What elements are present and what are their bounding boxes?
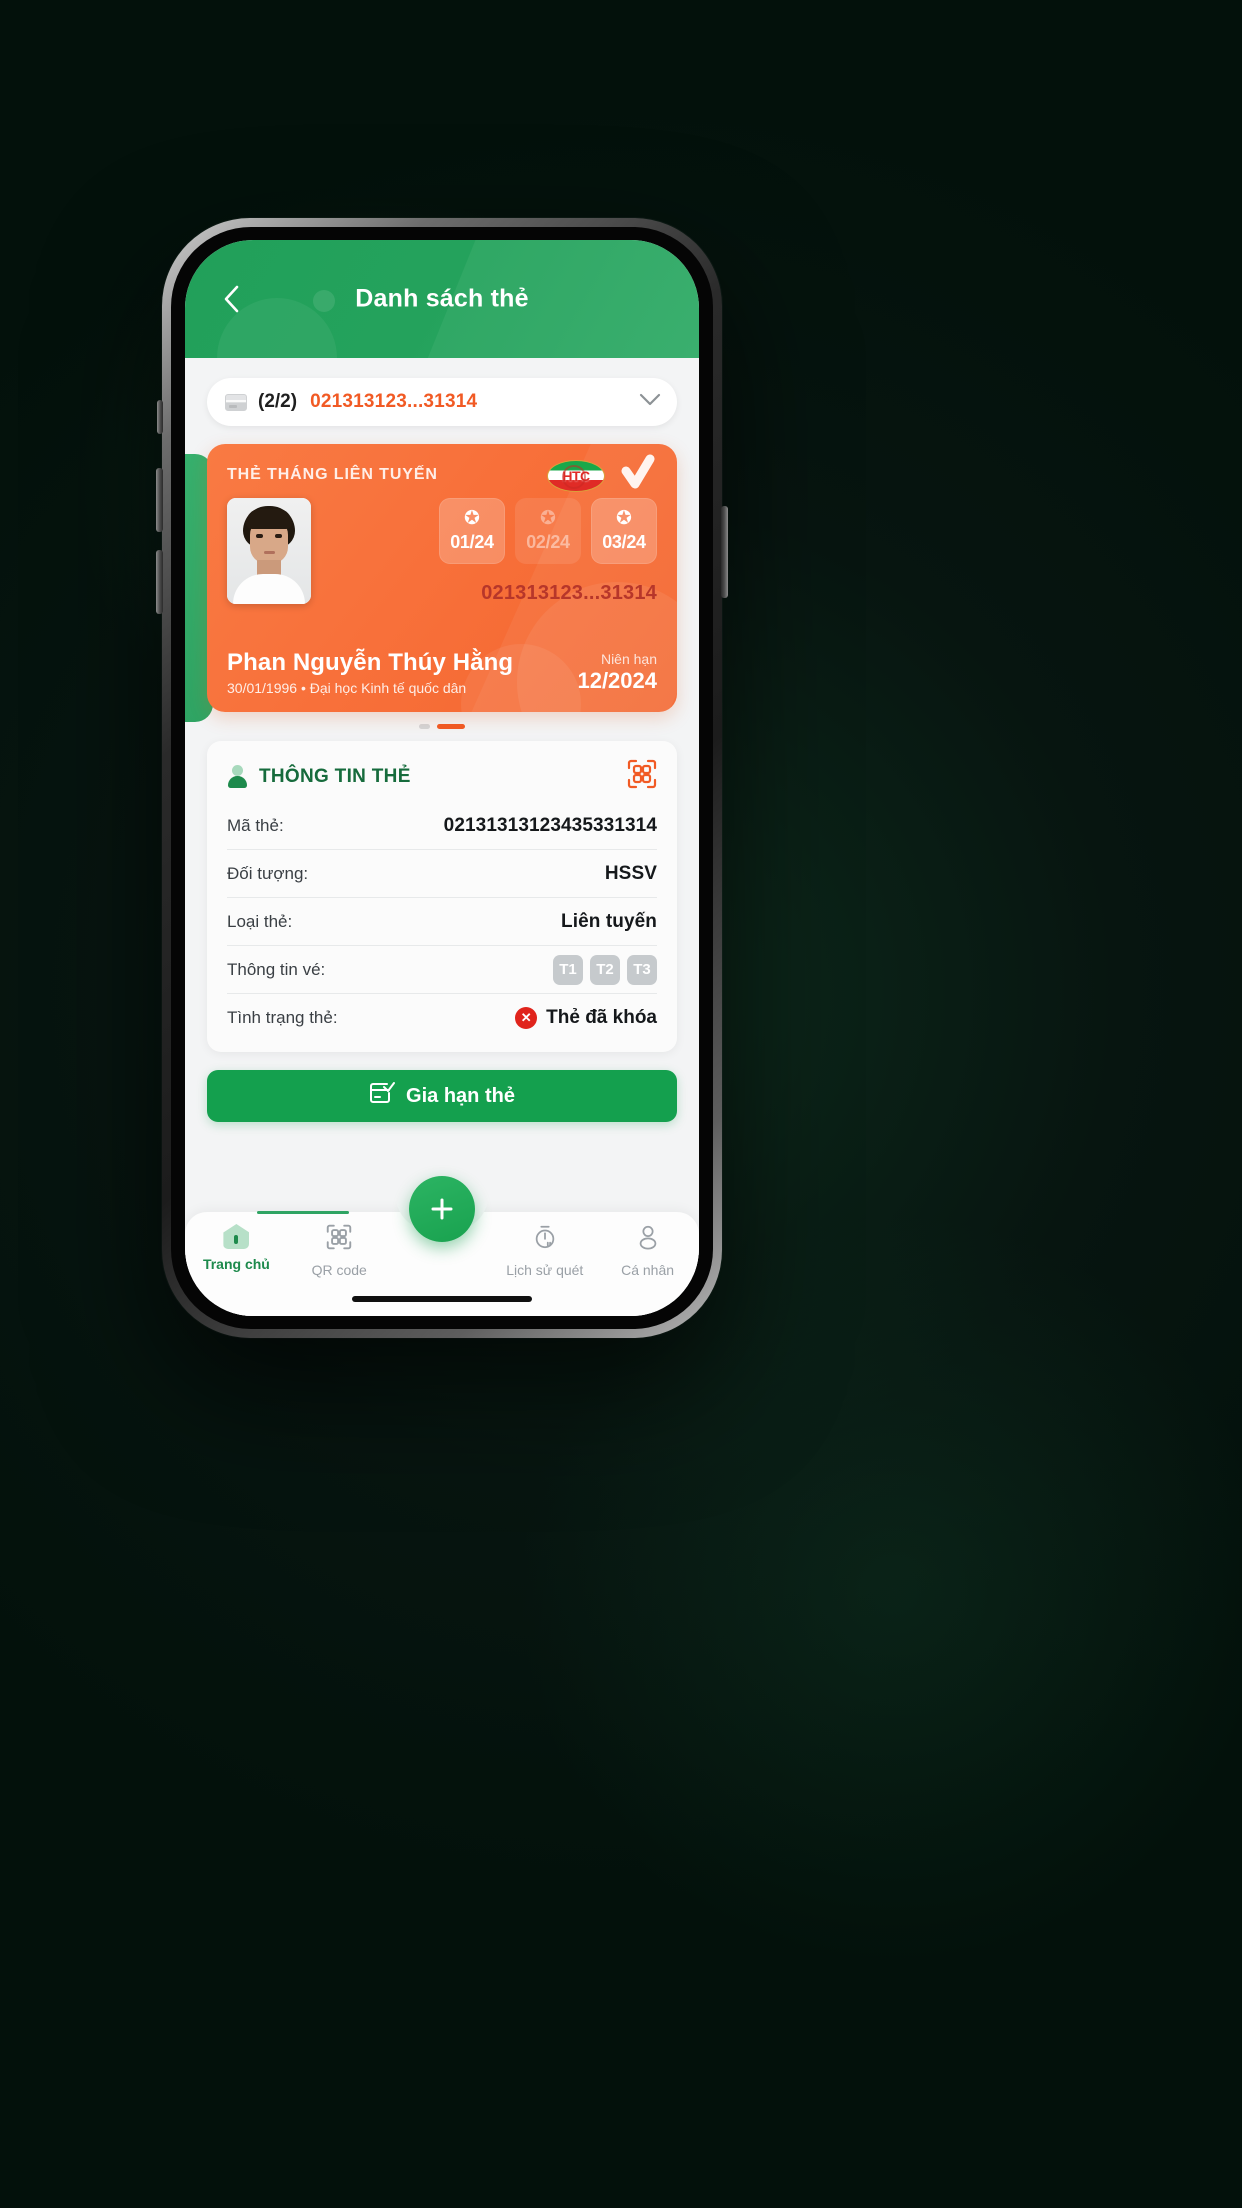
card-selector-code: 021313123...31314 [310,391,478,412]
stopwatch-icon [532,1224,558,1255]
nav-label: Lịch sử quét [506,1262,584,1278]
plus-icon [428,1195,456,1223]
check-icon [621,454,655,499]
nav-label: Cá nhân [621,1262,675,1278]
table-row: Loại thẻ: Liên tuyến [227,898,657,946]
month-label: 02/24 [526,532,570,552]
month-badge[interactable]: ✪ 03/24 [591,498,657,564]
renew-section: Gia hạn thẻ [185,1052,699,1122]
nav-item-profile[interactable]: Cá nhân [596,1224,699,1278]
status-text: Thẻ đã khóa [546,1007,657,1028]
page-title: Danh sách thẻ [355,284,529,313]
carousel-pagination [207,724,677,729]
phone-frame: Danh sách thẻ (2/2) 021313123...31314 TH… [156,218,728,1338]
card-info-header: THÔNG TIN THẺ [227,759,657,794]
x-circle-icon: ✕ [515,1007,538,1029]
expiry-value: 12/2024 [577,668,657,693]
card-holder-section: Phan Nguyễn Thúy Hằng 30/01/1996 • Đại h… [227,649,657,696]
star-icon: ✪ [540,508,556,529]
expiry-label: Niên hạn [600,651,657,667]
power-button[interactable] [721,506,728,598]
avatar [227,498,311,604]
qr-code-icon[interactable] [627,759,657,794]
row-value: HSSV [604,862,657,884]
operator-logo: HTC [547,460,605,492]
membership-card[interactable]: THẺ THÁNG LIÊN TUYẾN HTC ✪ 01/24 ✪ 02/24… [207,444,677,712]
home-icon [223,1224,250,1249]
row-value: Liên tuyến [560,910,657,932]
renew-button-label: Gia hạn thẻ [406,1084,515,1107]
card-info-panel: THÔNG TIN THẺ Mã thẻ: 021313131234353313… [207,741,677,1052]
app-screen: Danh sách thẻ (2/2) 021313123...31314 TH… [185,240,699,1316]
page-content: (2/2) 021313123...31314 THẺ THÁNG LIÊN T… [185,358,699,1316]
month-badge[interactable]: ✪ 01/24 [439,498,505,564]
nav-item-home[interactable]: Trang chủ [185,1224,288,1272]
app-header: Danh sách thẻ [185,240,699,358]
volume-up-button[interactable] [156,468,163,532]
phone-bezel: Danh sách thẻ (2/2) 021313123...31314 TH… [171,227,713,1329]
add-card-fab[interactable] [409,1176,475,1242]
star-icon: ✪ [616,508,632,529]
card-holder-name: Phan Nguyễn Thúy Hằng [227,649,514,676]
card-expiry: Niên hạn 12/2024 [577,651,657,696]
chevron-down-icon[interactable] [639,393,661,411]
nav-item-scan-history[interactable]: Lịch sử quét [493,1224,596,1278]
card-info-section: THÔNG TIN THẺ Mã thẻ: 021313131234353313… [185,729,699,1052]
row-value: 02131313123435331314 [443,814,657,836]
person-icon [227,765,248,788]
nav-label: Trang chủ [202,1256,270,1272]
person-outline-icon [635,1224,661,1255]
row-label: Tình trạng thẻ: [227,1008,338,1027]
table-row: Thông tin vé: T1 T2 T3 [227,946,657,994]
month-badge[interactable]: ✪ 02/24 [515,498,581,564]
ticket-chip[interactable]: T1 [553,954,583,985]
month-label: 01/24 [450,532,494,552]
home-indicator [352,1296,532,1302]
nav-label: QR code [311,1262,367,1278]
volume-down-button[interactable] [156,550,163,614]
ticket-chip[interactable]: T3 [627,954,657,985]
nav-item-qr-code[interactable]: QR code [288,1224,391,1278]
row-label: Thông tin vé: [227,959,326,979]
row-label: Mã thẻ: [227,815,284,835]
card-info-title: THÔNG TIN THẺ [259,765,411,787]
card-check-icon [369,1081,396,1111]
status-badge: ✕ Thẻ đã khóa [515,1007,657,1029]
table-row: Tình trạng thẻ: ✕ Thẻ đã khóa [227,994,657,1042]
logo-ring [562,465,586,489]
credit-card-icon [225,393,247,411]
pagination-dot-active[interactable] [437,724,465,729]
star-icon: ✪ [464,508,480,529]
row-label: Loại thẻ: [227,911,293,931]
month-label: 03/24 [602,532,646,552]
card-selector-count: (2/2) [258,391,298,412]
ticket-chip[interactable]: T2 [590,954,620,985]
table-row: Mã thẻ: 02131313123435331314 [227,802,657,850]
active-tab-indicator [257,1211,349,1214]
table-row: Đối tượng: HSSV [227,850,657,898]
mute-switch[interactable] [157,400,163,434]
card-selector-dropdown[interactable]: (2/2) 021313123...31314 [207,378,677,426]
renew-card-button[interactable]: Gia hạn thẻ [207,1070,677,1122]
card-holder-details: 30/01/1996 • Đại học Kinh tế quốc dân [227,680,467,696]
card-selector-section: (2/2) 021313123...31314 [185,358,699,426]
card-number-short: 021313123...31314 [481,582,657,604]
row-label: Đối tượng: [227,863,309,883]
ticket-chips: T1 T2 T3 [553,954,657,985]
qr-code-icon [326,1224,352,1255]
membership-card-section: THẺ THÁNG LIÊN TUYẾN HTC ✪ 01/24 ✪ 02/24… [185,426,699,729]
pagination-dot[interactable] [419,724,430,729]
